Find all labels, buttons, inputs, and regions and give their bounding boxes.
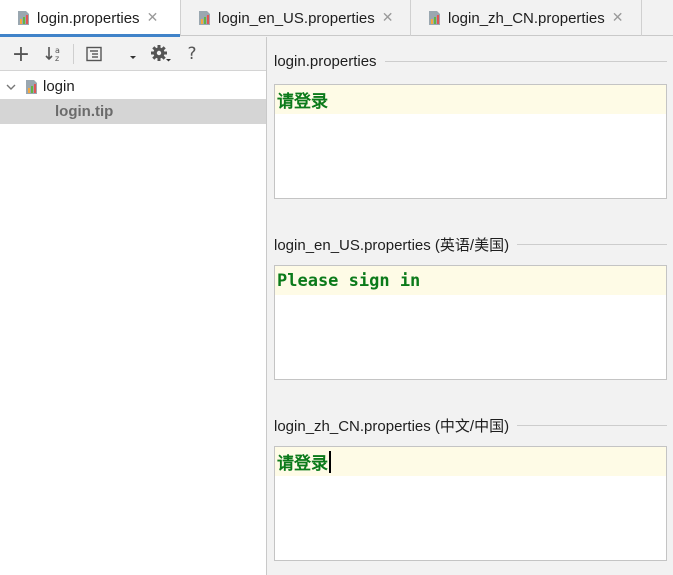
help-icon: ? xyxy=(187,44,197,64)
section-divider xyxy=(517,425,667,426)
group-icon xyxy=(86,46,102,62)
properties-file-icon xyxy=(199,11,210,25)
caret-line: 请登录 xyxy=(275,85,666,114)
close-icon[interactable]: ✕ xyxy=(382,10,394,26)
section-title-en-us: login_en_US.properties (英语/美国) xyxy=(274,234,667,255)
tree-item-label: login.tip xyxy=(55,103,114,120)
section-title-text: login_en_US.properties (英语/美国) xyxy=(274,237,510,254)
resource-bundle-icon xyxy=(26,79,37,94)
sort-alpha-icon: a z xyxy=(45,46,60,63)
tab-label: login_zh_CN.properties xyxy=(448,9,605,27)
tab-login-zh-cn-properties[interactable]: login_zh_CN.properties ✕ xyxy=(411,0,642,36)
properties-file-icon xyxy=(18,11,29,25)
section-title-text: login_zh_CN.properties (中文/中国) xyxy=(274,418,510,435)
tree-item-login-tip[interactable]: login.tip xyxy=(0,99,266,124)
add-property-button[interactable]: + xyxy=(10,41,32,67)
close-icon[interactable]: ✕ xyxy=(147,10,159,26)
plus-icon: + xyxy=(11,41,31,67)
tab-login-en-us-properties[interactable]: login_en_US.properties ✕ xyxy=(181,0,411,36)
gear-icon xyxy=(151,45,171,62)
svg-text:z: z xyxy=(55,54,59,63)
resource-bundle-tree-panel: + a z ? login login.tip xyxy=(0,37,267,575)
property-value: 请登录 xyxy=(277,92,328,112)
property-value: Please sign in xyxy=(277,270,421,291)
close-icon[interactable]: ✕ xyxy=(612,10,624,26)
value-editor-default[interactable]: 请登录 xyxy=(274,84,667,199)
section-divider xyxy=(517,244,667,245)
text-caret xyxy=(329,450,331,473)
section-title-text: login.properties xyxy=(274,53,377,70)
settings-button[interactable] xyxy=(148,43,174,65)
group-by-prefixes-button[interactable] xyxy=(82,43,106,65)
section-divider xyxy=(384,61,667,62)
group-options-dropdown[interactable] xyxy=(126,43,140,65)
property-values-panel: login.properties 请登录 login_en_US.propert… xyxy=(268,37,673,575)
editor-tab-bar: login.properties ✕ login_en_US.propertie… xyxy=(0,0,673,37)
tree-item-label: login xyxy=(43,78,75,95)
property-value: 请登录 xyxy=(277,454,328,474)
tab-label: login.properties xyxy=(37,9,140,27)
value-editor-zh-cn[interactable]: 请登录 xyxy=(274,446,667,561)
chevron-down-icon[interactable] xyxy=(6,82,16,92)
dropdown-arrow-icon xyxy=(130,56,136,59)
properties-file-icon xyxy=(429,11,440,25)
help-button[interactable]: ? xyxy=(182,43,202,65)
caret-line: 请登录 xyxy=(275,447,666,476)
sort-alphabetically-button[interactable]: a z xyxy=(42,43,66,65)
tab-label: login_en_US.properties xyxy=(218,9,375,27)
tree-item-login[interactable]: login xyxy=(0,74,266,99)
section-title-default: login.properties xyxy=(274,53,667,70)
tab-login-properties[interactable]: login.properties ✕ xyxy=(0,0,181,37)
tree-toolbar: + a z ? xyxy=(0,37,266,71)
caret-line: Please sign in xyxy=(275,266,666,295)
section-title-zh-cn: login_zh_CN.properties (中文/中国) xyxy=(274,415,667,436)
value-editor-en-us[interactable]: Please sign in xyxy=(274,265,667,380)
